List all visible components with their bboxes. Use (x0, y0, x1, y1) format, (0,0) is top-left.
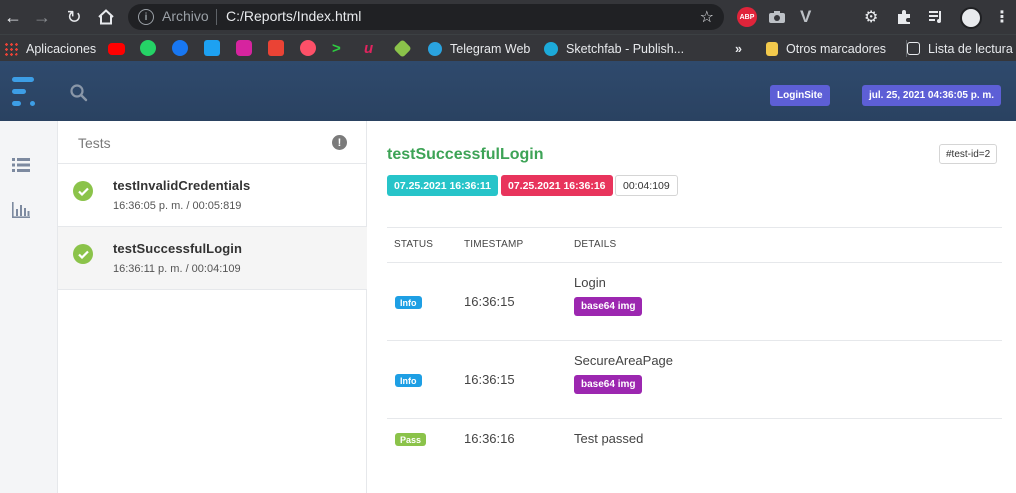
browser-toolbar: ← → ↻ i Archivo C:/Reports/Index.html ☆ … (0, 0, 1016, 34)
bookmark-green-icon[interactable]: > (332, 40, 341, 57)
status-label: Info (395, 374, 422, 387)
row-timestamp: 16:36:16 (464, 431, 515, 446)
duration-badge: 00:04:109 (615, 175, 678, 196)
test-list-panel: Tests ! testInvalidCredentials 16:36:05 … (58, 121, 367, 493)
row-details: SecureAreaPage (574, 353, 674, 368)
base64-img-badge[interactable]: base64 img (574, 297, 643, 316)
bookmark-star-icon[interactable]: ☆ (700, 7, 714, 27)
bookmark-apps[interactable]: Aplicaciones (4, 40, 96, 57)
bookmark-telegram[interactable]: Telegram Web (428, 40, 530, 57)
bookmark-u-icon[interactable]: u (364, 40, 373, 57)
table-divider (387, 418, 1002, 419)
more-bookmarks-button[interactable]: » (735, 40, 742, 57)
check-circle-icon (73, 244, 93, 264)
test-name: testSuccessfulLogin (113, 241, 243, 256)
test-time-duration: 16:36:11 p. m. / 00:04:109 (113, 263, 241, 275)
other-bookmarks-label: Otros marcadores (786, 41, 887, 56)
playlist-icon[interactable] (928, 7, 944, 27)
telegram-icon (428, 41, 442, 56)
gear-extension-icon[interactable]: ⚙ (864, 7, 878, 27)
reading-list-label: Lista de lectura (928, 41, 1013, 56)
status-label: Info (395, 296, 422, 309)
reading-list-icon (907, 42, 920, 55)
check-circle-icon (73, 181, 93, 201)
list-icon[interactable] (12, 158, 30, 174)
table-divider (387, 340, 1002, 341)
base64-img-badge[interactable]: base64 img (574, 375, 643, 394)
sketchfab-icon (544, 41, 558, 56)
test-detail-title: testSuccessfulLogin (387, 146, 544, 163)
puzzle-extensions-icon[interactable] (896, 7, 912, 27)
test-time-duration: 16:36:05 p. m. / 00:05:819 (113, 200, 242, 212)
table-divider (387, 227, 1002, 228)
column-header-status: STATUS (394, 239, 434, 250)
bookmark-sketchfab-label: Sketchfab - Publish... (566, 41, 685, 56)
test-detail-panel: testSuccessfulLogin #test-id=2 07.25.202… (367, 121, 1016, 493)
row-details: Login (574, 275, 606, 290)
row-timestamp: 16:36:15 (464, 372, 515, 387)
exclamation-icon[interactable]: ! (332, 135, 347, 150)
twitter-icon[interactable] (204, 40, 220, 56)
bookmark-diamond-icon[interactable] (393, 39, 412, 58)
info-icon[interactable]: i (138, 9, 154, 25)
omnibox-divider (216, 9, 217, 25)
extent-logo-icon[interactable] (12, 75, 38, 109)
forward-icon[interactable]: → (31, 6, 53, 28)
report-header: LoginSite jul. 25, 2021 04:36:05 p. m. (0, 61, 1016, 121)
adblock-extension-icon[interactable]: ABP (737, 7, 757, 27)
nav-sidebar (0, 121, 58, 493)
test-name: testInvalidCredentials (113, 178, 251, 193)
facebook-icon[interactable] (172, 40, 188, 56)
start-time-badge: 07.25.2021 16:36:11 (387, 175, 498, 196)
reading-list-button[interactable]: Lista de lectura (906, 40, 1013, 57)
folder-icon (766, 41, 778, 56)
camera-icon[interactable] (768, 7, 786, 27)
search-icon[interactable] (70, 84, 88, 102)
status-label: Pass (395, 433, 427, 446)
column-header-timestamp: TIMESTAMP (464, 239, 524, 250)
report-datetime-badge: jul. 25, 2021 04:36:05 p. m. (862, 85, 1002, 106)
reload-icon[interactable]: ↻ (63, 6, 85, 28)
test-list-header: Tests ! (58, 121, 367, 164)
youtube-icon[interactable] (108, 43, 125, 55)
apps-grid-icon (4, 41, 18, 56)
test-list-item[interactable]: testInvalidCredentials 16:36:05 p. m. / … (58, 164, 367, 227)
bookmark-apps-label: Aplicaciones (26, 41, 97, 56)
bookmark-sketchfab[interactable]: Sketchfab - Publish... (544, 40, 684, 57)
column-header-details: DETAILS (574, 239, 617, 250)
profile-avatar-icon[interactable] (960, 7, 982, 29)
test-list-item-active[interactable]: testSuccessfulLogin 16:36:11 p. m. / 00:… (58, 227, 367, 290)
browser-menu-icon[interactable]: ⋮ (994, 7, 1010, 27)
chart-bar-icon[interactable] (12, 202, 30, 218)
row-timestamp: 16:36:15 (464, 294, 515, 309)
whatsapp-icon[interactable] (140, 40, 156, 56)
bookmarks-bar: Aplicaciones > u Telegram Web Sketchfab … (0, 34, 1016, 61)
gmail-icon[interactable] (268, 40, 284, 56)
end-time-badge: 07.25.2021 16:36:16 (501, 175, 613, 196)
tinder-icon[interactable] (300, 40, 316, 56)
bookmark-telegram-label: Telegram Web (450, 41, 531, 56)
back-icon[interactable]: ← (2, 6, 24, 28)
instagram-icon[interactable] (236, 40, 252, 56)
app-name-badge: LoginSite (770, 85, 830, 106)
scheme-label: Archivo (162, 8, 209, 24)
table-divider (387, 262, 1002, 263)
address-bar[interactable]: i Archivo C:/Reports/Index.html ☆ (128, 4, 724, 30)
vivaldi-extension-icon[interactable]: V (800, 7, 811, 27)
home-icon[interactable] (95, 6, 117, 28)
test-list-title: Tests (78, 135, 111, 151)
row-details: Test passed (574, 431, 644, 446)
test-id-tag: #test-id=2 (939, 144, 998, 164)
other-bookmarks-folder[interactable]: Otros marcadores (766, 40, 886, 57)
url-text[interactable]: C:/Reports/Index.html (226, 8, 361, 24)
